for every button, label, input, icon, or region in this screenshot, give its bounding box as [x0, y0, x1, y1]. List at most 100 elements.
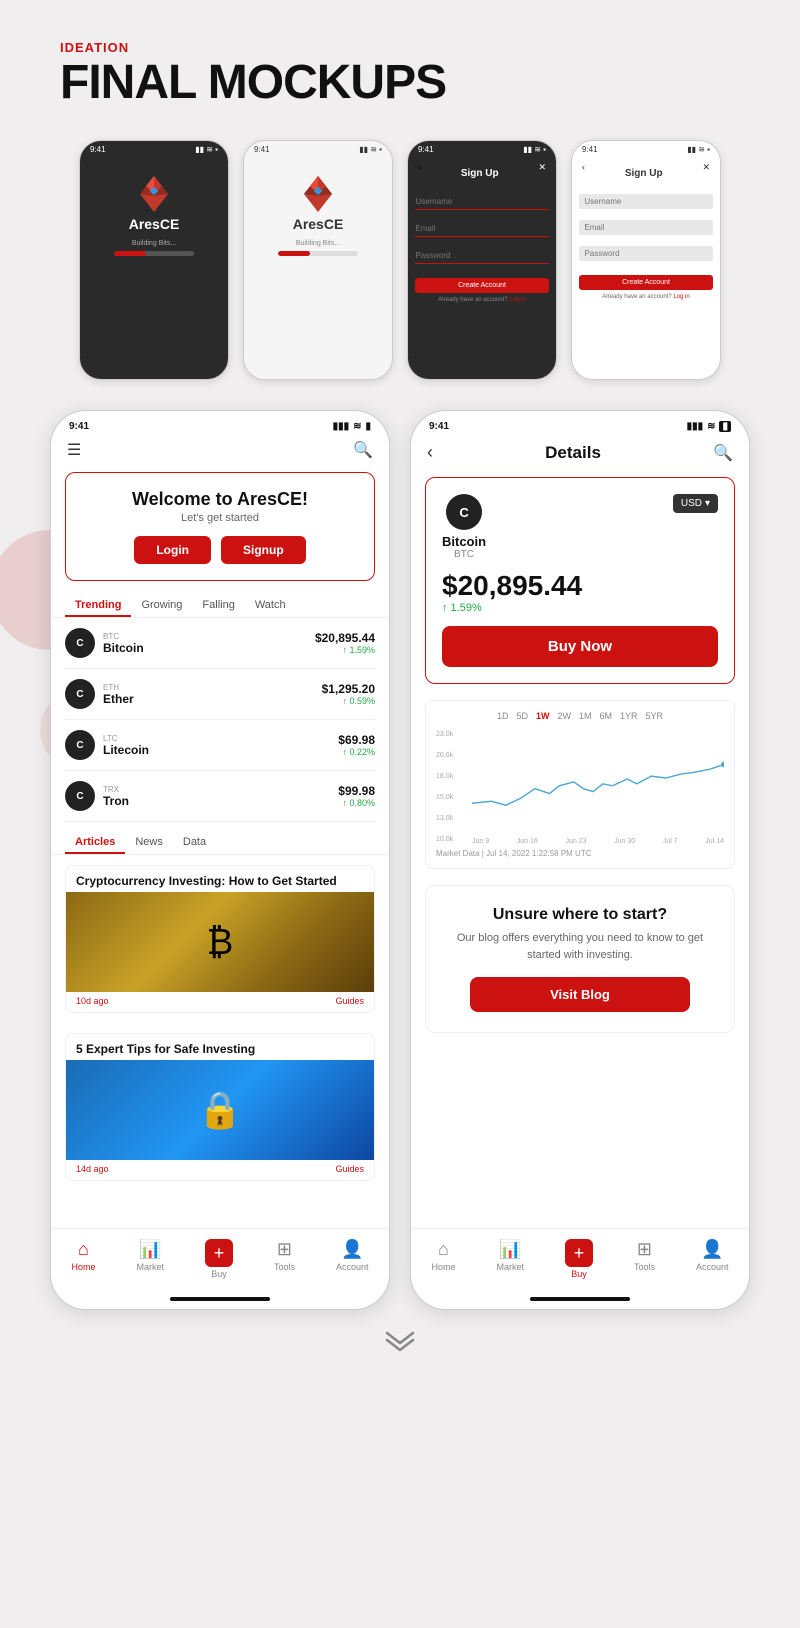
nav-buy[interactable]: + Buy [205, 1239, 233, 1279]
tab-falling[interactable]: Falling [192, 595, 244, 617]
nav-market[interactable]: 📊 Market [136, 1239, 164, 1279]
y-label-2: 20.0k [436, 752, 468, 759]
tab-growing[interactable]: Growing [131, 595, 192, 617]
btc-icon: C [65, 628, 95, 658]
signup-dark-phone: 9:41 ▮▮ ≋ ▪ ‹ Sign Up ✕ Create Account A… [407, 140, 557, 380]
chart-tab-5d[interactable]: 5D [516, 711, 528, 721]
time-4: 9:41 [582, 145, 598, 154]
create-account-btn-dark[interactable]: Create Account [415, 278, 548, 293]
signup-light-phone: 9:41 ▮▮ ≋ ▪ ‹ Sign Up ✕ Create Account A… [571, 140, 721, 380]
nav-buy-r[interactable]: + Buy [565, 1239, 593, 1279]
chart-tab-1w[interactable]: 1W [536, 711, 550, 721]
article-card-2[interactable]: 5 Expert Tips for Safe Investing 🔒 14d a… [65, 1033, 375, 1181]
back-icon-dark[interactable]: ‹ [418, 162, 421, 179]
back-icon-details[interactable]: ‹ [427, 442, 433, 463]
details-status-icons: ▮▮▮ ≋ ▮ [687, 421, 731, 432]
nav-home[interactable]: ⌂ Home [71, 1239, 95, 1279]
welcome-title: Welcome to AresCE! [82, 489, 358, 510]
table-row[interactable]: C BTC Bitcoin $20,895.44 ↑ 1.59% [65, 618, 375, 669]
tab-data[interactable]: Data [173, 832, 216, 854]
nav-home-label-r: Home [431, 1262, 455, 1272]
nav-tools-r[interactable]: ⊞ Tools [634, 1239, 655, 1279]
signal-icon-r: ▮▮▮ [687, 421, 704, 432]
welcome-buttons: Login Signup [82, 536, 358, 564]
password-field-light[interactable] [579, 246, 712, 261]
status-bar-2: 9:41 ▮▮ ≋ ▪ [244, 141, 392, 158]
home-phone: 9:41 ▮▮▮ ≋ ▮ ☰ 🔍 Welcome to AresCE! Let'… [50, 410, 390, 1310]
tab-articles[interactable]: Articles [65, 832, 125, 854]
arce-logo-dark: AresCE Building Bits... [114, 172, 194, 256]
login-link-light[interactable]: Log in [673, 294, 689, 300]
back-icon-light[interactable]: ‹ [582, 162, 585, 179]
article-card-1[interactable]: Cryptocurrency Investing: How to Get Sta… [65, 865, 375, 1013]
signup-title-light: Sign Up [625, 168, 663, 179]
x-label-2: Jun 16 [517, 838, 538, 845]
account-icon: 👤 [341, 1239, 363, 1260]
scroll-down-indicator [385, 1330, 415, 1358]
email-field-dark[interactable] [415, 221, 548, 237]
chart-line [472, 764, 724, 805]
tab-news[interactable]: News [125, 832, 173, 854]
usd-selector[interactable]: USD ▾ [673, 494, 718, 513]
bitcoin-name: Bitcoin [442, 534, 486, 549]
table-row[interactable]: C LTC Litecoin $69.98 ↑ 0.22% [65, 720, 375, 771]
buy-plus-icon: + [205, 1239, 233, 1267]
arce-name-dark: AresCE [129, 216, 180, 232]
close-icon-dark[interactable]: ✕ [538, 162, 546, 179]
details-top-nav: ‹ Details 🔍 [411, 436, 749, 469]
y-label-4: 15.0k [436, 794, 468, 801]
eth-price: $1,295.20 [322, 682, 375, 696]
nav-market-r[interactable]: 📊 Market [496, 1239, 524, 1279]
nav-account-r[interactable]: 👤 Account [696, 1239, 729, 1279]
blog-title: Unsure where to start? [442, 906, 718, 924]
chart-tab-6m[interactable]: 6M [600, 711, 613, 721]
tab-trending[interactable]: Trending [65, 595, 131, 617]
btc-name-area: BTC Bitcoin [103, 632, 144, 655]
article-category-2: Guides [335, 1164, 364, 1174]
login-link-dark[interactable]: Log in [509, 297, 525, 303]
chart-tab-1d[interactable]: 1D [497, 711, 509, 721]
article-image-bitcoin: ₿ [66, 892, 374, 992]
signup-button[interactable]: Signup [221, 536, 306, 564]
signup-nav-light: ‹ Sign Up ✕ [572, 158, 720, 183]
time-2: 9:41 [254, 145, 270, 154]
y-label-5: 13.0k [436, 815, 468, 822]
close-icon-light[interactable]: ✕ [702, 162, 710, 179]
buy-now-button[interactable]: Buy Now [442, 626, 718, 667]
chart-with-labels: 23.0k 20.0k 18.0k 15.0k 13.0k 10.0k Jun … [436, 729, 724, 845]
table-row[interactable]: C TRX Tron $99.98 ↑ 0.80% [65, 771, 375, 822]
nav-home-r[interactable]: ⌂ Home [431, 1239, 455, 1279]
ltc-name: Litecoin [103, 743, 149, 757]
table-row[interactable]: C ETH Ether $1,295.20 ↑ 0.59% [65, 669, 375, 720]
btc-price: $20,895.44 [315, 631, 375, 645]
search-icon-details[interactable]: 🔍 [713, 443, 733, 463]
signal-icons-2: ▮▮ ≋ ▪ [359, 145, 382, 154]
tools-icon: ⊞ [277, 1239, 292, 1260]
password-field-dark[interactable] [415, 248, 548, 264]
tab-watch[interactable]: Watch [245, 595, 296, 617]
email-field-light[interactable] [579, 220, 712, 235]
search-icon-top[interactable]: 🔍 [353, 440, 373, 460]
nav-tools[interactable]: ⊞ Tools [274, 1239, 295, 1279]
ltc-icon: C [65, 730, 95, 760]
login-button[interactable]: Login [134, 536, 211, 564]
nav-account[interactable]: 👤 Account [336, 1239, 369, 1279]
chart-tab-1m[interactable]: 1M [579, 711, 592, 721]
chart-tab-1yr[interactable]: 1YR [620, 711, 638, 721]
chart-tab-2w[interactable]: 2W [557, 711, 571, 721]
chart-tab-5yr[interactable]: 5YR [646, 711, 664, 721]
visit-blog-button[interactable]: Visit Blog [470, 977, 691, 1012]
signup-nav-dark: ‹ Sign Up ✕ [408, 158, 556, 183]
account-icon-r: 👤 [701, 1239, 723, 1260]
username-field-light[interactable] [579, 194, 712, 209]
status-bar-3: 9:41 ▮▮ ≋ ▪ [408, 141, 556, 158]
btc-right: $20,895.44 ↑ 1.59% [315, 631, 375, 655]
welcome-card: Welcome to AresCE! Let's get started Log… [65, 472, 375, 581]
status-bar-4: 9:41 ▮▮ ≋ ▪ [572, 141, 720, 158]
create-account-btn-light[interactable]: Create Account [579, 275, 712, 290]
hamburger-icon[interactable]: ☰ [67, 440, 81, 460]
username-field-dark[interactable] [415, 194, 548, 210]
trx-ticker: TRX [103, 785, 129, 794]
ltc-ticker: LTC [103, 734, 149, 743]
bitcoin-icon: C [446, 494, 482, 530]
